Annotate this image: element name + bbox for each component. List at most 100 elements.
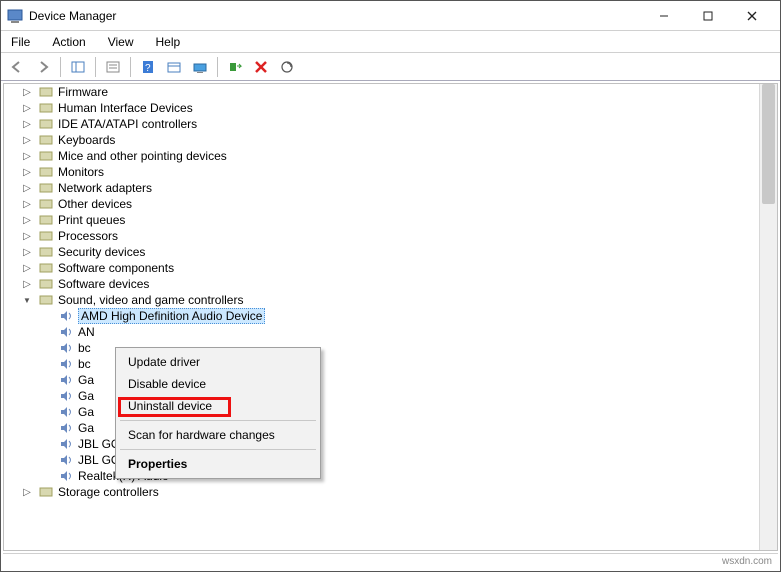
minimize-button[interactable] (642, 1, 686, 31)
chevron-right-icon[interactable]: ▷ (20, 133, 34, 147)
maximize-button[interactable] (686, 1, 730, 31)
tree-device-label: bc (78, 357, 91, 371)
toolbar-separator (95, 57, 96, 77)
tree-category[interactable]: ▷ Software devices (4, 276, 759, 292)
tree-category-label: Processors (58, 229, 118, 243)
tree-category[interactable]: ▷Security devices (4, 244, 759, 260)
device-tree[interactable]: ▷Firmware▷Human Interface Devices▷IDE AT… (4, 84, 759, 550)
chevron-right-icon[interactable]: ▷ (20, 165, 34, 179)
tree-category[interactable]: ▷Print queues (4, 212, 759, 228)
help-button[interactable]: ? (136, 56, 160, 78)
chevron-right-icon[interactable]: ▷ (20, 117, 34, 131)
menu-view[interactable]: View (104, 34, 138, 50)
tree-category[interactable]: ▷Keyboards (4, 132, 759, 148)
menu-help[interactable]: Help (152, 34, 185, 50)
tree-category[interactable]: ▷ Network adapters (4, 180, 759, 196)
context-scan-hardware[interactable]: Scan for hardware changes (118, 424, 318, 446)
tree-category-label: Human Interface Devices (58, 101, 193, 115)
tree-category-label: IDE ATA/ATAPI controllers (58, 117, 197, 131)
speaker-icon (58, 468, 74, 484)
speaker-icon (58, 436, 74, 452)
tree-category-label: Software components (58, 261, 174, 275)
uninstall-device-button[interactable] (249, 56, 273, 78)
chevron-right-icon[interactable]: ▷ (20, 85, 34, 99)
speaker-icon (58, 356, 74, 372)
tree-device-label: AMD High Definition Audio Device (78, 308, 265, 324)
context-disable-device[interactable]: Disable device (118, 373, 318, 395)
chevron-right-icon[interactable]: ▷ (20, 229, 34, 243)
menu-action[interactable]: Action (48, 34, 89, 50)
tree-device-item[interactable]: AMD High Definition Audio Device (4, 308, 759, 324)
category-icon (38, 180, 54, 196)
tree-category[interactable]: ▷ Other devices (4, 196, 759, 212)
tree-category[interactable]: ▷ Processors (4, 228, 759, 244)
speaker-icon (58, 308, 74, 324)
context-menu-separator (120, 449, 316, 450)
enable-device-button[interactable] (223, 56, 247, 78)
context-uninstall-device[interactable]: Uninstall device (118, 395, 318, 417)
category-icon (38, 484, 54, 500)
category-icon (38, 244, 54, 260)
chevron-right-icon[interactable]: ▷ (20, 277, 34, 291)
vertical-scrollbar[interactable] (759, 84, 777, 550)
speaker-icon (58, 340, 74, 356)
tree-device-label: Ga (78, 405, 94, 419)
tree-category-label: Sound, video and game controllers (58, 293, 243, 307)
chevron-right-icon[interactable]: ▷ (20, 181, 34, 195)
toolbar-separator (217, 57, 218, 77)
tree-device-label: Ga (78, 421, 94, 435)
chevron-right-icon[interactable]: ▷ (20, 101, 34, 115)
scan-hardware-button[interactable] (275, 56, 299, 78)
show-hide-tree-button[interactable] (66, 56, 90, 78)
tree-category[interactable]: ▷Monitors (4, 164, 759, 180)
chevron-right-icon[interactable]: ▷ (20, 261, 34, 275)
svg-text:?: ? (145, 63, 151, 74)
tree-category-label: Storage controllers (58, 485, 159, 499)
menu-file[interactable]: File (7, 34, 34, 50)
forward-button[interactable] (31, 56, 55, 78)
speaker-icon (58, 324, 74, 340)
context-menu-separator (120, 420, 316, 421)
tree-category-label: Network adapters (58, 181, 152, 195)
category-icon (38, 196, 54, 212)
category-icon (38, 292, 54, 308)
category-icon (38, 148, 54, 164)
tree-category[interactable]: ▷ Human Interface Devices (4, 100, 759, 116)
chevron-right-icon[interactable]: ▷ (20, 213, 34, 227)
tree-category[interactable]: ▼ Sound, video and game controllers (4, 292, 759, 308)
toolbar-separator (60, 57, 61, 77)
chevron-right-icon[interactable]: ▷ (20, 245, 34, 259)
titlebar: Device Manager (1, 1, 780, 31)
tree-device-label: Ga (78, 389, 94, 403)
category-icon (38, 164, 54, 180)
category-icon (38, 84, 54, 100)
tree-category[interactable]: ▷ Storage controllers (4, 484, 759, 500)
device-tree-panel: ▷Firmware▷Human Interface Devices▷IDE AT… (3, 83, 778, 551)
tree-category[interactable]: ▷ IDE ATA/ATAPI controllers (4, 116, 759, 132)
close-button[interactable] (730, 1, 774, 31)
tree-category-label: Software devices (58, 277, 149, 291)
toolbar-separator (130, 57, 131, 77)
tree-category[interactable]: ▷ Software components (4, 260, 759, 276)
tree-category[interactable]: ▷Mice and other pointing devices (4, 148, 759, 164)
update-driver-button[interactable] (188, 56, 212, 78)
tree-device-item[interactable]: AN (4, 324, 759, 340)
properties-button[interactable] (101, 56, 125, 78)
category-icon (38, 132, 54, 148)
calendar-button[interactable] (162, 56, 186, 78)
chevron-right-icon[interactable]: ▷ (20, 485, 34, 499)
context-properties[interactable]: Properties (118, 453, 318, 475)
tree-category-label: Other devices (58, 197, 132, 211)
chevron-right-icon[interactable]: ▷ (20, 197, 34, 211)
speaker-icon (58, 452, 74, 468)
scrollbar-thumb[interactable] (762, 84, 775, 204)
category-icon (38, 116, 54, 132)
tree-category[interactable]: ▷Firmware (4, 84, 759, 100)
speaker-icon (58, 372, 74, 388)
back-button[interactable] (5, 56, 29, 78)
chevron-down-icon[interactable]: ▼ (20, 293, 34, 307)
context-update-driver[interactable]: Update driver (118, 351, 318, 373)
chevron-right-icon[interactable]: ▷ (20, 149, 34, 163)
speaker-icon (58, 388, 74, 404)
toolbar: ? (1, 53, 780, 81)
